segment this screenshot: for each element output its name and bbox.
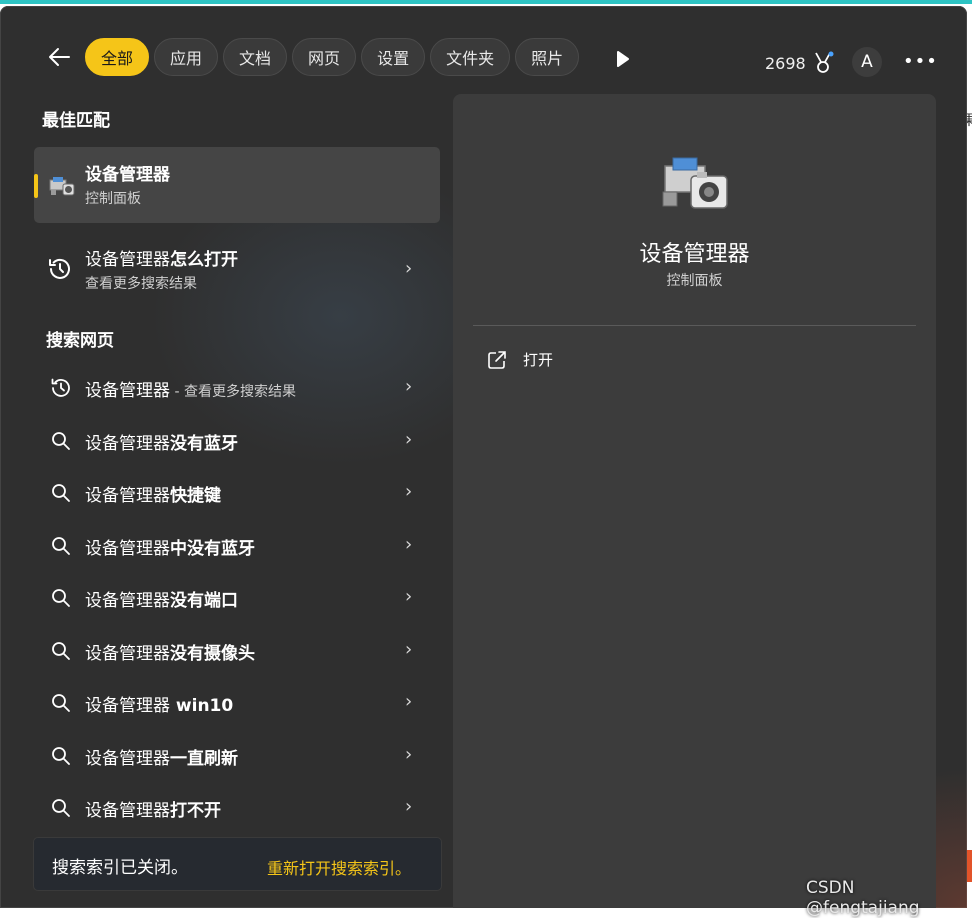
web-search-item-label: 设备管理器打不开 bbox=[85, 796, 221, 821]
search-icon bbox=[52, 589, 70, 607]
web-search-item-label: 设备管理器中没有蓝牙 bbox=[85, 534, 255, 559]
query-prefix: 设备管理器 bbox=[85, 801, 170, 821]
query-prefix: 设备管理器 bbox=[85, 539, 170, 559]
tab-folders[interactable]: 文件夹 bbox=[430, 38, 511, 76]
back-button[interactable] bbox=[44, 42, 74, 72]
medal-icon bbox=[814, 51, 834, 73]
query-prefix: 设备管理器 bbox=[85, 696, 170, 716]
web-search-item[interactable]: 设备管理器打不开 › bbox=[34, 784, 440, 832]
query-prefix: 设备管理器 bbox=[85, 434, 170, 454]
chevron-right-icon: › bbox=[405, 639, 413, 660]
search-icon bbox=[52, 537, 70, 555]
best-match-subtitle: 控制面板 bbox=[85, 191, 141, 207]
web-search-item-label: 设备管理器快捷键 bbox=[85, 481, 221, 506]
search-icon bbox=[52, 694, 70, 712]
search-window: 全部 应用 文档 网页 设置 文件夹 照片 2698 A ••• 最佳匹配 设备… bbox=[0, 6, 967, 908]
query-suggestion: 快捷键 bbox=[170, 486, 221, 506]
query-suggestion: 没有蓝牙 bbox=[170, 434, 238, 454]
web-search-item[interactable]: 设备管理器 win10 › bbox=[34, 679, 440, 727]
chevron-right-icon: › bbox=[405, 534, 413, 555]
query-suggestion: 中没有蓝牙 bbox=[170, 539, 255, 559]
query-suggestion: 没有端口 bbox=[170, 591, 238, 611]
web-search-item-label: 设备管理器 win10 bbox=[85, 691, 233, 716]
search-icon bbox=[52, 432, 70, 450]
query-prefix: 设备管理器 bbox=[85, 644, 170, 664]
device-manager-icon bbox=[49, 177, 75, 196]
tab-apps[interactable]: 应用 bbox=[154, 38, 219, 76]
web-search-item[interactable]: 设备管理器没有蓝牙 › bbox=[34, 417, 440, 465]
web-search-item[interactable]: 设备管理器没有端口 › bbox=[34, 574, 440, 622]
filter-tabs: 全部 应用 文档 网页 设置 文件夹 照片 bbox=[85, 38, 580, 76]
detail-title: 设备管理器 bbox=[639, 242, 750, 267]
chevron-right-icon: › bbox=[405, 481, 413, 502]
open-action[interactable]: 打开 bbox=[487, 349, 553, 370]
best-match-heading: 最佳匹配 bbox=[42, 111, 110, 131]
open-action-label: 打开 bbox=[523, 351, 554, 369]
selection-indicator bbox=[34, 174, 38, 198]
reenable-index-link[interactable]: 重新打开搜索索引。 bbox=[267, 855, 411, 879]
tab-settings[interactable]: 设置 bbox=[361, 38, 426, 76]
web-search-item[interactable]: 设备管理器中没有蓝牙 › bbox=[34, 522, 440, 570]
query-suggestion: 打不开 bbox=[170, 801, 221, 821]
tab-photos[interactable]: 照片 bbox=[515, 38, 580, 76]
search-icon bbox=[52, 484, 70, 502]
how-to-open-result[interactable]: 设备管理器怎么打开 查看更多搜索结果 › bbox=[34, 238, 440, 300]
tab-all[interactable]: 全部 bbox=[85, 38, 150, 76]
chevron-right-icon: › bbox=[405, 429, 413, 450]
query-prefix: 设备管理器 bbox=[85, 486, 170, 506]
open-external-icon bbox=[488, 350, 506, 369]
query-suggestion: 一直刷新 bbox=[170, 749, 238, 769]
web-search-item-label: 设备管理器没有端口 bbox=[85, 586, 238, 611]
browser-top-accent bbox=[0, 0, 972, 4]
avatar[interactable]: A bbox=[852, 47, 882, 77]
how-to-open-title: 设备管理器怎么打开 bbox=[85, 245, 238, 270]
web-search-item-label: 设备管理器没有蓝牙 bbox=[85, 429, 238, 454]
web-search-item[interactable]: 设备管理器快捷键 › bbox=[34, 469, 440, 517]
chevron-right-icon: › bbox=[405, 691, 413, 712]
detail-panel: 设备管理器 控制面板 打开 bbox=[453, 94, 936, 908]
history-icon bbox=[49, 258, 70, 279]
search-icon bbox=[52, 799, 70, 817]
query-prefix: 设备管理器 bbox=[85, 250, 170, 270]
search-icon bbox=[52, 642, 70, 660]
web-search-item[interactable]: 设备管理器没有摄像头 › bbox=[34, 627, 440, 675]
web-search-item-label: 设备管理器没有摄像头 bbox=[85, 639, 255, 664]
index-off-message: 搜索索引已关闭。 bbox=[52, 858, 188, 878]
search-icon bbox=[52, 747, 70, 765]
history-icon bbox=[51, 378, 70, 397]
chevron-right-icon: › bbox=[405, 376, 413, 397]
chevron-right-icon: › bbox=[405, 586, 413, 607]
query-hint: - 查看更多搜索结果 bbox=[170, 384, 296, 400]
detail-subtitle: 控制面板 bbox=[666, 273, 723, 289]
web-search-item[interactable]: 设备管理器 - 查看更多搜索结果 › bbox=[34, 364, 440, 412]
query-suggestion: win10 bbox=[170, 696, 234, 716]
arrow-left-icon bbox=[49, 48, 70, 66]
how-to-open-subtitle: 查看更多搜索结果 bbox=[85, 276, 197, 292]
best-match-title: 设备管理器 bbox=[85, 165, 170, 185]
query-prefix: 设备管理器 bbox=[85, 749, 170, 769]
points-value: 2698 bbox=[765, 53, 806, 73]
web-search-item[interactable]: 设备管理器一直刷新 › bbox=[34, 732, 440, 780]
best-match-result[interactable]: 设备管理器 控制面板 bbox=[34, 147, 440, 223]
search-index-banner: 搜索索引已关闭。 重新打开搜索索引。 bbox=[33, 837, 442, 891]
more-tabs-button[interactable] bbox=[612, 49, 632, 69]
rewards-points[interactable]: 2698 bbox=[765, 51, 834, 75]
web-search-heading: 搜索网页 bbox=[46, 331, 114, 351]
query-suggestion: 怎么打开 bbox=[170, 250, 238, 270]
query-prefix: 设备管理器 bbox=[85, 591, 170, 611]
chevron-right-icon: › bbox=[405, 744, 413, 765]
divider bbox=[473, 325, 916, 326]
chevron-right-icon: › bbox=[405, 258, 413, 279]
tab-documents[interactable]: 文档 bbox=[223, 38, 288, 76]
tab-web[interactable]: 网页 bbox=[292, 38, 357, 76]
play-icon bbox=[617, 51, 629, 67]
query-suggestion: 没有摄像头 bbox=[170, 644, 255, 664]
device-manager-icon bbox=[662, 157, 728, 209]
more-options-icon[interactable]: ••• bbox=[903, 51, 938, 72]
query-prefix: 设备管理器 bbox=[85, 381, 170, 401]
chevron-right-icon: › bbox=[405, 796, 413, 817]
web-search-item-label: 设备管理器 - 查看更多搜索结果 bbox=[85, 376, 296, 401]
watermark: CSDN @fengtajiang bbox=[806, 878, 920, 918]
web-search-item-label: 设备管理器一直刷新 bbox=[85, 744, 238, 769]
